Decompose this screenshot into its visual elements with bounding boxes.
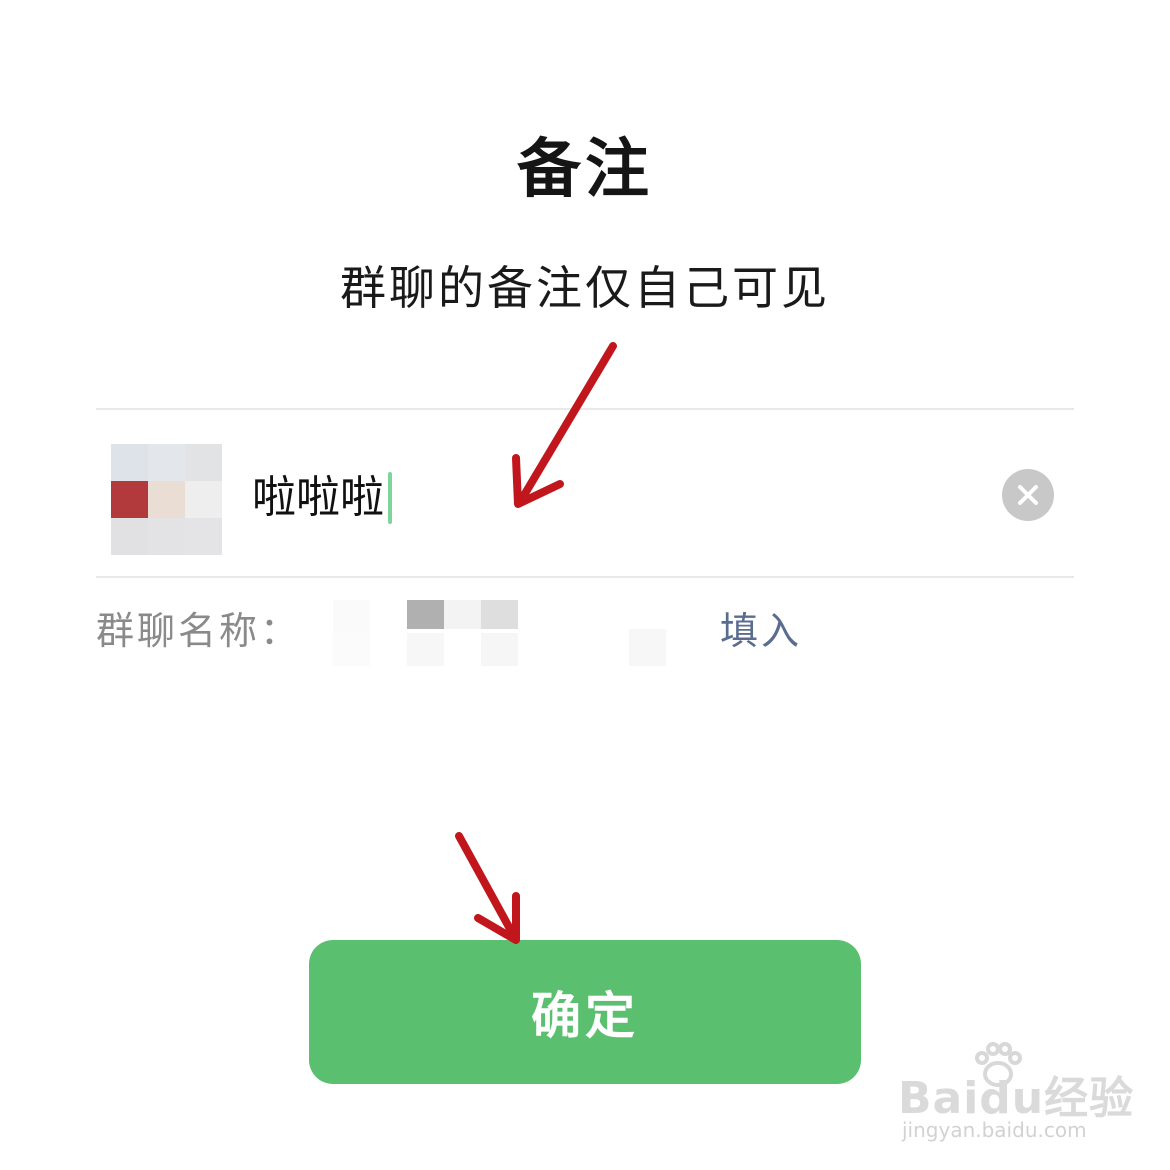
group-name-redacted bbox=[333, 600, 673, 666]
watermark-logo: Baidu经验 bbox=[898, 1073, 1135, 1124]
avatar-tile bbox=[185, 518, 222, 555]
clear-icon bbox=[1018, 485, 1038, 505]
divider-bottom bbox=[96, 576, 1074, 578]
group-avatar bbox=[111, 444, 222, 555]
arrow-to-input-icon bbox=[512, 342, 617, 508]
confirm-button[interactable]: 确定 bbox=[309, 940, 861, 1084]
fill-in-link[interactable]: 填入 bbox=[720, 600, 802, 655]
avatar-tile bbox=[185, 481, 222, 518]
clear-button[interactable] bbox=[1002, 469, 1054, 521]
arrow-to-confirm-icon bbox=[455, 832, 520, 944]
avatar-tile bbox=[111, 518, 148, 555]
avatar-tile bbox=[185, 444, 222, 481]
avatar-tile bbox=[148, 444, 185, 481]
remark-input-value: 啦啦啦 bbox=[252, 472, 384, 523]
avatar-tile bbox=[111, 444, 148, 481]
watermark-url: jingyan.baidu.com bbox=[902, 1118, 1087, 1142]
avatar-tile bbox=[148, 481, 185, 518]
group-name-label: 群聊名称： bbox=[96, 609, 302, 653]
dialog-subtitle: 群聊的备注仅自己可见 bbox=[340, 261, 830, 315]
dialog-title: 备注 bbox=[517, 133, 653, 207]
remark-input[interactable]: 啦啦啦 bbox=[252, 462, 392, 534]
avatar-tile bbox=[111, 481, 148, 518]
baidu-watermark: Baidu经验 jingyan.baidu.com bbox=[890, 1040, 1150, 1150]
divider-top bbox=[96, 408, 1074, 410]
avatar-tile bbox=[148, 518, 185, 555]
text-caret bbox=[388, 472, 392, 524]
